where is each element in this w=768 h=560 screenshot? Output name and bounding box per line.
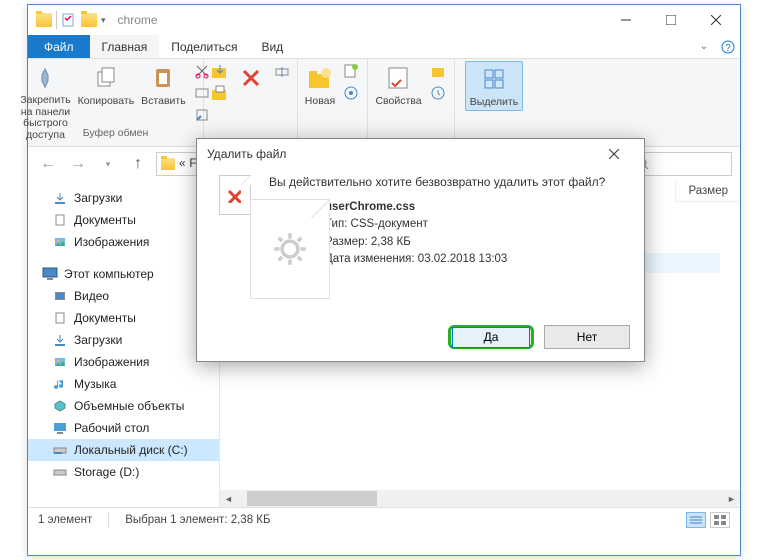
nav-forward-button[interactable]: → [66,152,90,176]
menu-file[interactable]: Файл [28,35,90,58]
dialog-type: Тип: CSS-документ [325,216,630,233]
sidebar-item-downloads-pc[interactable]: Загрузки [28,329,219,351]
help-icon[interactable]: ? [716,35,740,58]
open-icon[interactable] [427,61,449,81]
svg-text:?: ? [725,43,731,54]
properties-button[interactable]: Свойства [373,61,423,109]
sidebar-item-downloads[interactable]: Загрузки [28,187,219,209]
sidebar-item-images-pc[interactable]: Изображения [28,351,219,373]
sidebar-item-music[interactable]: Музыка [28,373,219,395]
close-button[interactable] [693,6,738,35]
scroll-thumb[interactable] [247,491,377,506]
copy-to-icon[interactable] [209,83,231,103]
new-folder-button[interactable]: Новая [303,61,337,109]
nav-back-button[interactable]: ← [36,152,60,176]
sidebar-item-images[interactable]: Изображения [28,231,219,253]
scroll-right-arrow[interactable]: ► [723,490,740,507]
sidebar: Загрузки Документы Изображения Этот комп… [28,181,220,507]
easy-access-icon[interactable] [340,83,362,103]
file-preview-icon [250,199,330,299]
details-view-button[interactable] [686,512,706,528]
ribbon-collapse-icon[interactable]: ⌄ [692,35,716,58]
menu-view[interactable]: Вид [249,35,295,58]
thumbnails-view-button[interactable] [710,512,730,528]
status-selection: Выбран 1 элемент: 2,38 КБ [125,514,270,526]
dialog-title: Удалить файл [207,147,286,161]
new-item-icon[interactable] [340,61,362,81]
menu-share[interactable]: Поделиться [159,35,249,58]
no-button[interactable]: Нет [544,325,630,349]
nav-recent-dropdown[interactable]: ▾ [96,152,120,176]
dialog-size: Размер: 2,38 КБ [325,234,630,251]
window-title: chrome [118,13,603,27]
select-button[interactable]: Выделить [465,61,523,111]
column-header-size[interactable]: Размер [675,181,740,201]
ribbon: Закрепить на панели быстрого доступа Коп… [28,59,740,147]
menu-home[interactable]: Главная [90,35,160,58]
history-icon[interactable] [427,83,449,103]
address-folder-icon [161,158,175,170]
search-input[interactable] [632,152,732,176]
delete-dialog: Удалить файл Вы действительно хотите без… [196,138,645,362]
rename-icon[interactable] [271,61,293,81]
window-icon [36,13,52,27]
copy-button[interactable]: Копировать [76,61,137,109]
horizontal-scrollbar[interactable]: ◄ ► [220,490,740,507]
delete-button[interactable] [234,61,268,95]
dialog-date: Дата изменения: 03.02.2018 13:03 [325,251,630,268]
sidebar-item-drive-c[interactable]: Локальный диск (C:) [28,439,219,461]
sidebar-item-documents-pc[interactable]: Документы [28,307,219,329]
status-count: 1 элемент [38,514,92,526]
delete-x-icon [227,189,241,203]
move-to-icon[interactable] [209,61,231,81]
qat-new-folder-icon[interactable] [81,13,97,27]
sidebar-item-3d[interactable]: Объемные объекты [28,395,219,417]
sidebar-item-video[interactable]: Видео [28,285,219,307]
sidebar-item-documents[interactable]: Документы [28,209,219,231]
titlebar: ▾ chrome [28,5,740,35]
qat-properties-icon[interactable] [61,12,77,28]
sidebar-this-pc[interactable]: Этот компьютер [28,263,219,285]
dialog-close-button[interactable] [594,140,634,168]
sidebar-item-drive-d[interactable]: Storage (D:) [28,461,219,483]
menubar: Файл Главная Поделиться Вид ⌄ ? [28,35,740,59]
sidebar-item-desktop[interactable]: Рабочий стол [28,417,219,439]
paste-button[interactable]: Вставить [139,61,188,109]
statusbar: 1 элемент Выбран 1 элемент: 2,38 КБ [28,507,740,531]
nav-up-button[interactable]: ↑ [126,152,150,176]
minimize-button[interactable] [603,6,648,35]
maximize-button[interactable] [648,6,693,35]
qat-dropdown-icon[interactable]: ▾ [101,15,106,26]
pin-button[interactable]: Закрепить на панели быстрого доступа [18,61,72,143]
scroll-left-arrow[interactable]: ◄ [220,490,237,507]
yes-button[interactable]: Да [448,325,534,349]
dialog-question: Вы действительно хотите безвозвратно уда… [269,175,630,189]
dialog-filename: userChrome.css [325,201,415,213]
